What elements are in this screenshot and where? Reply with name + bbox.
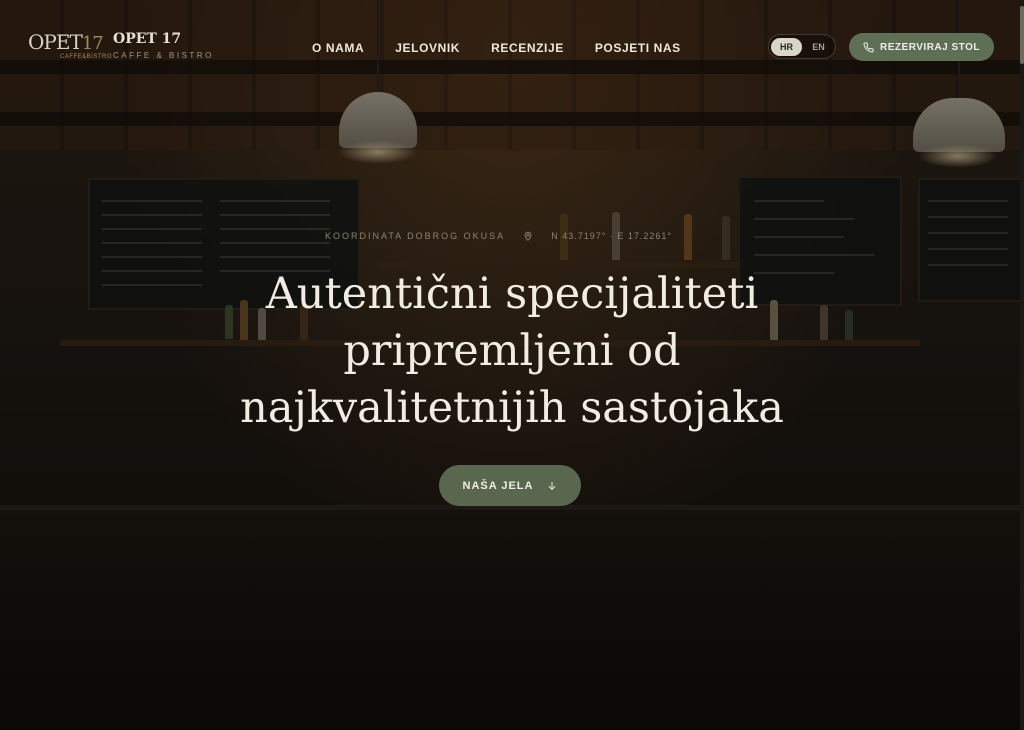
- kicker-text: KOORDINATA DOBROG OKUSA: [325, 231, 506, 241]
- language-option-en[interactable]: EN: [803, 38, 834, 56]
- cta-label: NAŠA JELA: [462, 479, 534, 492]
- arrow-down-icon: [549, 481, 556, 490]
- hero-title: Autentični specijaliteti pripremljeni od…: [0, 266, 1024, 437]
- site-header: OPET17 CAFFE&BISTRO OPET 17 CAFFE & BIST…: [0, 0, 1024, 95]
- nav-item-o-nama[interactable]: O NAMA: [312, 41, 364, 55]
- scrollbar[interactable]: [1020, 0, 1024, 730]
- brand-tagline: CAFFE & BISTRO: [113, 51, 214, 60]
- reserve-table-button[interactable]: REZERVIRAJ STOL: [849, 33, 994, 61]
- language-option-hr[interactable]: HR: [771, 38, 802, 56]
- logo-subtitle: CAFFE&BISTRO: [60, 54, 113, 60]
- nav-item-jelovnik[interactable]: JELOVNIK: [395, 41, 460, 55]
- hero-title-line: pripremljeni od: [343, 326, 681, 376]
- nav-item-recenzije[interactable]: RECENZIJE: [491, 41, 564, 55]
- hero-kicker: KOORDINATA DOBROG OKUSA N 43.7197° · E 1…: [325, 231, 672, 241]
- map-pin-icon: [524, 231, 532, 241]
- our-dishes-button[interactable]: NAŠA JELA: [439, 465, 581, 506]
- scrollbar-thumb[interactable]: [1020, 6, 1024, 64]
- logo-text: OPET: [28, 30, 83, 54]
- hero-title-line: Autentični specijaliteti: [265, 269, 759, 319]
- reserve-button-label: REZERVIRAJ STOL: [880, 41, 980, 53]
- coordinates-text: N 43.7197° · E 17.2261°: [551, 231, 672, 241]
- nav-item-posjeti-nas[interactable]: POSJETI NAS: [595, 41, 681, 55]
- logo[interactable]: OPET17: [28, 30, 104, 54]
- main-nav: O NAMA JELOVNIK RECENZIJE POSJETI NAS: [312, 41, 681, 55]
- language-switcher: HR EN: [768, 34, 836, 59]
- phone-icon: [863, 41, 874, 53]
- brand-name[interactable]: OPET 17: [113, 31, 181, 47]
- page: OPET17 CAFFE&BISTRO OPET 17 CAFFE & BIST…: [0, 0, 1024, 730]
- hero-title-line: najkvalitetnijih sastojaka: [240, 383, 784, 433]
- logo-number: 17: [81, 33, 104, 54]
